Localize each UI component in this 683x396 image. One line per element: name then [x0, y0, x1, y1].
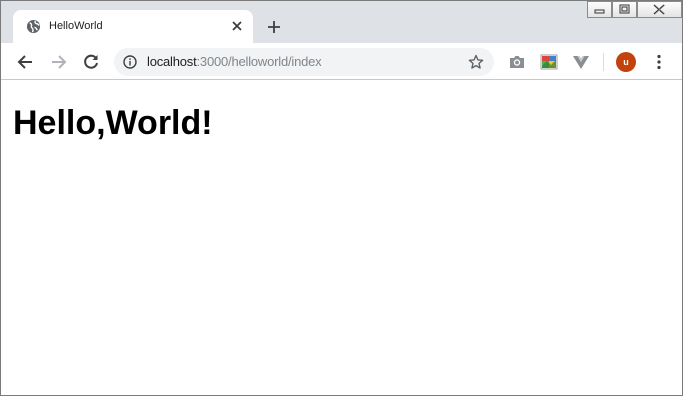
tab-title: HelloWorld [49, 20, 103, 32]
url-host: localhost [147, 54, 197, 69]
url-text[interactable]: localhost:3000/helloworld/index [147, 54, 322, 70]
title-bar: HelloWorld [1, 1, 682, 43]
profile-avatar[interactable]: u [616, 52, 636, 72]
address-bar[interactable]: localhost:3000/helloworld/index [114, 48, 494, 76]
minimize-button[interactable] [587, 1, 612, 18]
close-icon [653, 4, 666, 15]
restore-button[interactable] [612, 1, 637, 18]
star-icon[interactable] [468, 54, 484, 70]
window-close-button[interactable] [637, 1, 682, 18]
toolbar-divider [603, 53, 604, 71]
image-extension-icon[interactable] [539, 52, 559, 72]
vue-devtools-icon[interactable] [571, 52, 591, 72]
camera-icon[interactable] [507, 52, 527, 72]
arrow-left-icon[interactable] [16, 52, 36, 72]
kebab-menu-icon[interactable] [649, 52, 669, 72]
globe-icon [26, 19, 41, 34]
close-icon[interactable] [229, 18, 245, 34]
plus-icon[interactable] [265, 18, 283, 36]
reload-icon[interactable] [81, 52, 101, 72]
minimize-icon [594, 9, 605, 14]
url-path: :3000/helloworld/index [196, 54, 322, 69]
restore-icon [619, 4, 630, 14]
browser-window: HelloWorld localhost:3000/helloworld/ind… [0, 0, 683, 396]
page-content: Hello,World! [1, 81, 682, 395]
info-icon[interactable] [123, 55, 137, 69]
arrow-right-icon[interactable] [48, 52, 68, 72]
page-heading: Hello,World! [13, 104, 213, 142]
navigation-toolbar: localhost:3000/helloworld/index u [1, 43, 682, 80]
tab-helloworld[interactable]: HelloWorld [13, 10, 253, 43]
